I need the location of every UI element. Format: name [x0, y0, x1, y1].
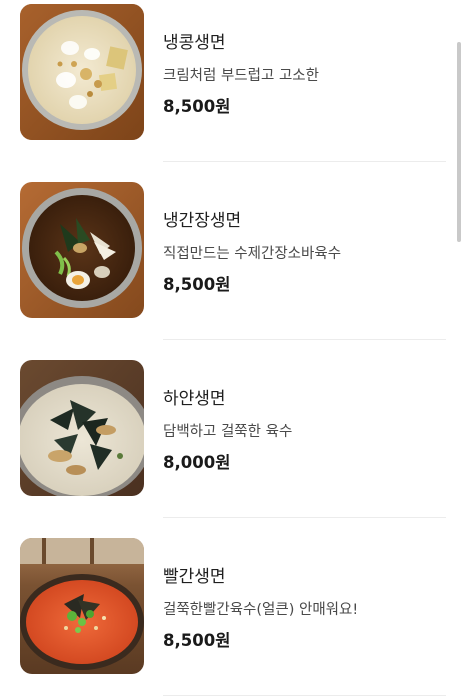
menu-item-price: 8,500원 [163, 275, 231, 294]
menu-item-photo[interactable] [20, 182, 144, 318]
menu-item-name: 냉콩생면 [163, 33, 226, 53]
menu-item-white-noodles[interactable]: 하얀생면 담백하고 걸쭉한 육수 8,000원 [0, 360, 446, 520]
menu-item-price: 8,000원 [163, 453, 231, 472]
white-noodle-image [20, 360, 144, 496]
menu-item-name: 빨간생면 [163, 567, 226, 587]
scrollbar[interactable] [457, 42, 461, 242]
menu-item-description: 담백하고 걸쭉한 육수 [163, 424, 293, 440]
divider [163, 339, 446, 340]
menu-item-description: 직접만드는 수제간장소바육수 [163, 246, 342, 262]
menu-item-name: 하얀생면 [163, 389, 226, 409]
menu-item-photo[interactable] [20, 360, 144, 496]
menu-item-photo[interactable] [20, 538, 144, 674]
menu-item-price: 8,500원 [163, 97, 231, 116]
menu-item-description: 걸쭉한빨간육수(얼큰) 안매워요! [163, 602, 359, 618]
menu-item-red-noodles[interactable]: 빨간생면 걸쭉한빨간육수(얼큰) 안매워요! 8,500원 [0, 538, 446, 698]
menu-item-photo[interactable] [20, 4, 144, 140]
red-noodle-image [20, 538, 144, 674]
soybean-noodle-image [20, 4, 144, 140]
divider [163, 517, 446, 518]
menu-item-cold-soybean-noodles[interactable]: 냉콩생면 크림처럼 부드럽고 고소한 8,500원 [0, 4, 446, 164]
menu-item-name: 냉간장생면 [163, 211, 242, 231]
soy-sauce-noodle-image [20, 182, 144, 318]
divider [163, 695, 446, 696]
menu-item-description: 크림처럼 부드럽고 고소한 [163, 68, 319, 84]
divider [163, 161, 446, 162]
menu-item-cold-soy-sauce-noodles[interactable]: 냉간장생면 직접만드는 수제간장소바육수 8,500원 [0, 182, 446, 342]
menu-item-price: 8,500원 [163, 631, 231, 650]
